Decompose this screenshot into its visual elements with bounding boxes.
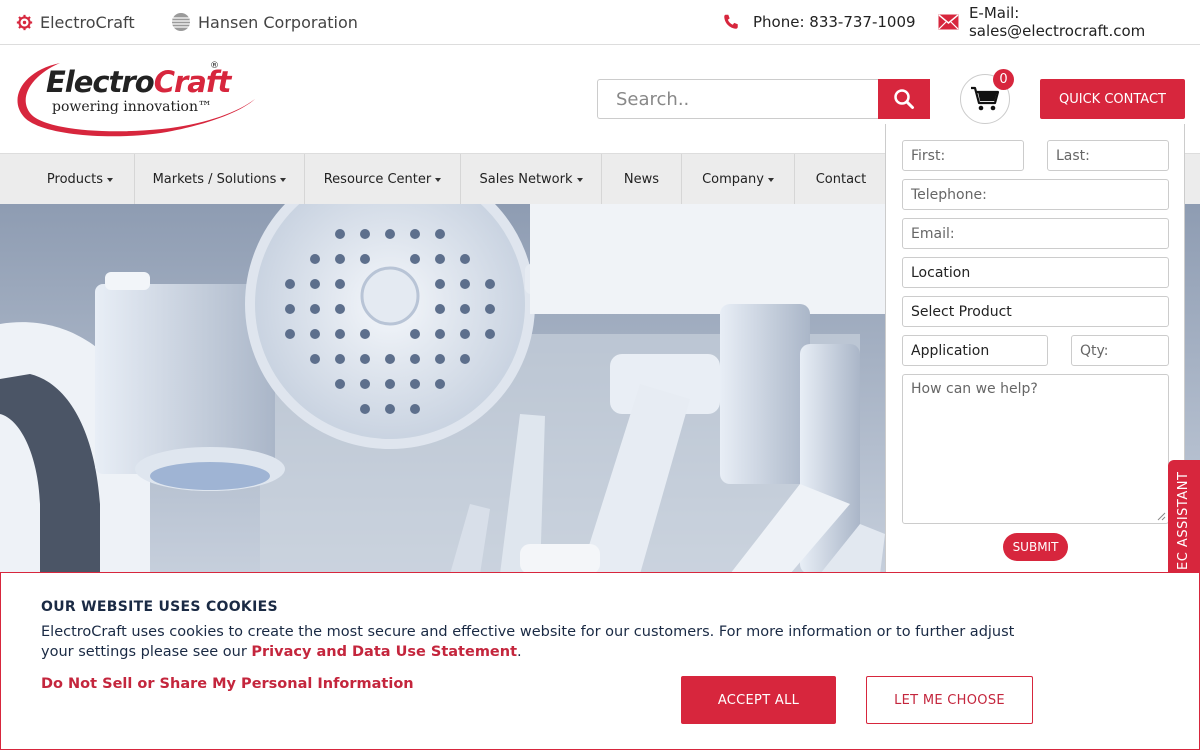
accept-all-button[interactable]: ACCEPT ALL [681, 676, 836, 724]
nav-item-sales-network[interactable]: Sales Network [461, 154, 602, 205]
electrocraft-brand-link[interactable]: ElectroCraft [16, 0, 135, 44]
phone-number: Phone: 833-737-1009 [753, 13, 916, 31]
last-name-field[interactable]: Last: [1047, 140, 1169, 171]
chevron-down-icon [767, 177, 774, 182]
top-utility-bar: ElectroCraft Hansen Corporation Phone: 8… [0, 0, 1200, 45]
nav-item-company[interactable]: Company [682, 154, 795, 205]
application-select[interactable]: Application [902, 335, 1048, 366]
logo-registered-mark: ® [210, 61, 219, 71]
do-not-sell-link[interactable]: Do Not Sell or Share My Personal Informa… [41, 676, 414, 692]
phone-link[interactable]: Phone: 833-737-1009 [722, 0, 916, 44]
chevron-down-icon [576, 177, 583, 182]
search-placeholder: Search.. [616, 88, 690, 110]
resize-handle-icon[interactable] [1157, 512, 1166, 521]
hansen-brand-label: Hansen Corporation [198, 12, 358, 32]
search-button[interactable] [878, 79, 930, 119]
privacy-policy-link[interactable]: Privacy and Data Use Statement [251, 644, 517, 660]
cookie-banner-text: ElectroCraft uses cookies to create the … [41, 624, 1015, 660]
chevron-down-icon [435, 177, 442, 182]
nav-item-markets-solutions[interactable]: Markets / Solutions [135, 154, 305, 205]
search-icon [894, 89, 914, 109]
quick-contact-button[interactable]: QUICK CONTACT [1040, 79, 1185, 119]
email-link[interactable]: E-Mail: sales@electrocraft.com [938, 0, 1200, 44]
hansen-brand-link[interactable]: Hansen Corporation [171, 0, 358, 44]
hansen-globe-icon [172, 13, 190, 31]
submit-button[interactable]: SUBMIT [1003, 533, 1068, 561]
logo-tagline: powering innovation™ [52, 99, 213, 115]
ec-assistant-label: EC ASSISTANT [1176, 471, 1191, 570]
search-input[interactable]: Search.. [597, 79, 879, 119]
electrocraft-brand-label: ElectroCraft [40, 12, 135, 32]
phone-icon [724, 14, 738, 29]
cart-count-badge: 0 [993, 69, 1014, 90]
mail-icon [938, 14, 959, 30]
cookie-banner-title: OUR WEBSITE USES COOKIES [41, 599, 278, 615]
quantity-field[interactable]: Qty: [1071, 335, 1169, 366]
message-textarea[interactable]: How can we help? [902, 374, 1169, 524]
nav-item-contact[interactable]: Contact [795, 154, 887, 205]
logo-wordmark: ElectroCraft [46, 65, 231, 99]
electrocraft-gear-icon [16, 14, 33, 30]
ec-assistant-tab[interactable]: EC ASSISTANT [1168, 460, 1200, 575]
email-field[interactable]: Email: [902, 218, 1169, 249]
quick-contact-form: First: Last: Telephone: Email: Location … [885, 124, 1185, 574]
nav-item-products[interactable]: Products [26, 154, 135, 205]
electrocraft-logo[interactable]: ElectroCraft ® powering innovation™ [12, 59, 262, 141]
first-name-field[interactable]: First: [902, 140, 1024, 171]
cart-icon [971, 86, 1000, 111]
chevron-down-icon [280, 177, 287, 182]
nav-item-news[interactable]: News [602, 154, 682, 205]
product-select[interactable]: Select Product [902, 296, 1169, 327]
message-placeholder: How can we help? [911, 381, 1038, 397]
let-me-choose-button[interactable]: LET ME CHOOSE [866, 676, 1033, 724]
location-select[interactable]: Location [902, 257, 1169, 288]
nav-item-resource-center[interactable]: Resource Center [305, 154, 461, 205]
chevron-down-icon [107, 177, 114, 182]
telephone-field[interactable]: Telephone: [902, 179, 1169, 210]
email-address: E-Mail: sales@electrocraft.com [968, 4, 1146, 40]
cookie-consent-banner: OUR WEBSITE USES COOKIES ElectroCraft us… [0, 572, 1200, 750]
